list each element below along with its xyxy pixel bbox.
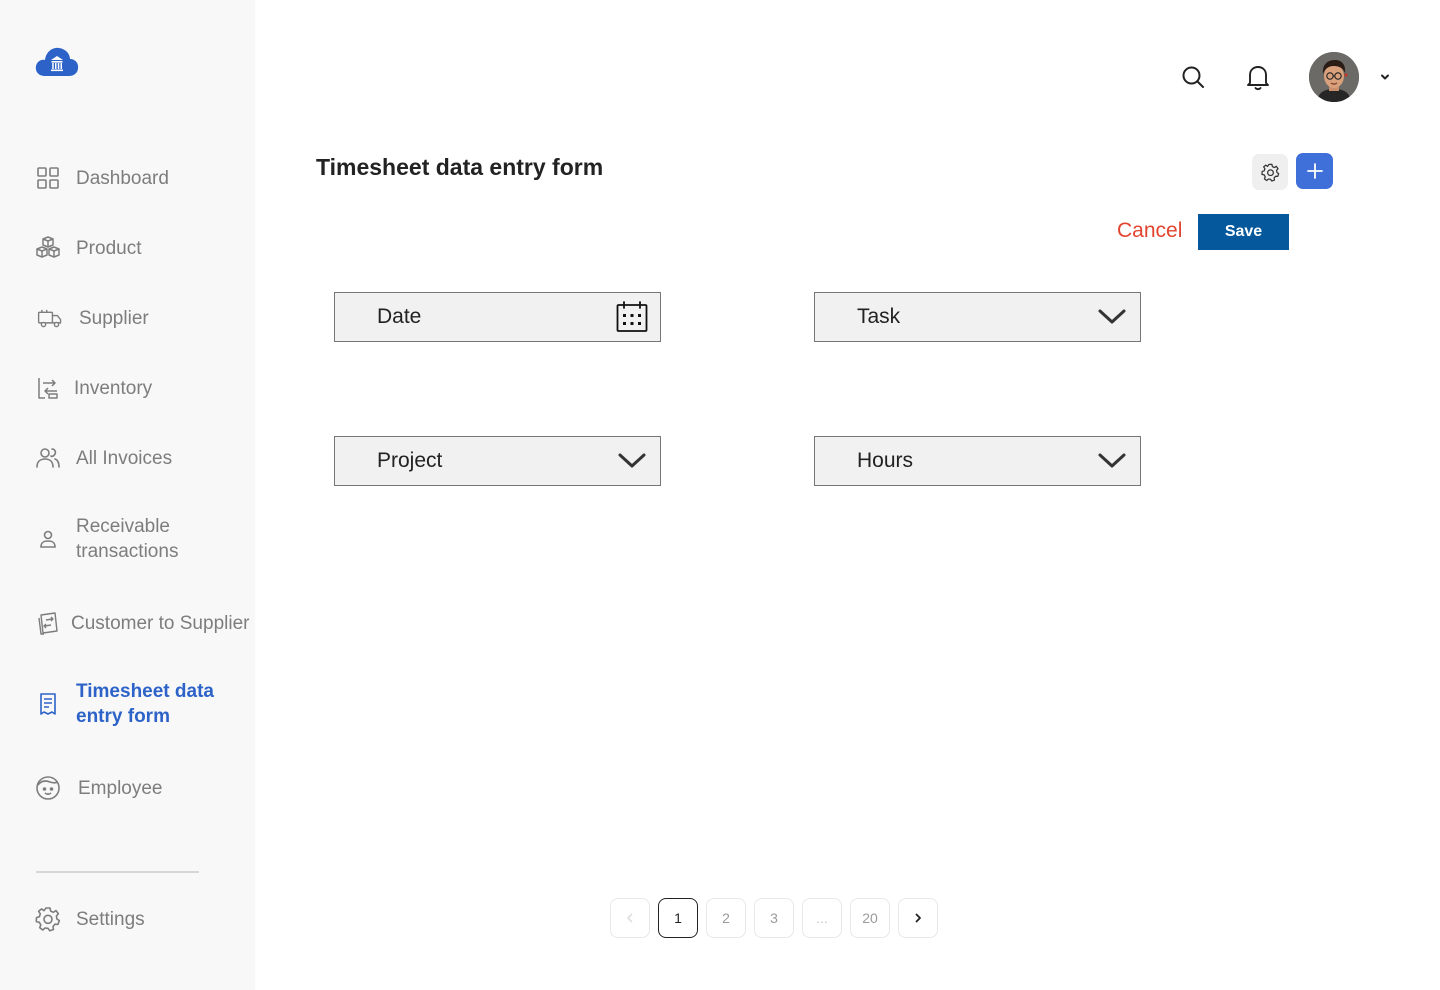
chevron-down-icon xyxy=(1096,445,1128,477)
next-page-button[interactable] xyxy=(898,898,938,938)
transfer-icon xyxy=(34,374,62,402)
chevron-left-icon xyxy=(623,911,637,925)
page-button[interactable]: 3 xyxy=(754,898,794,938)
search-icon[interactable] xyxy=(1180,64,1206,90)
date-field-label: Date xyxy=(377,305,422,328)
sidebar-item-employee[interactable]: Employee xyxy=(34,774,163,802)
add-button[interactable] xyxy=(1296,153,1333,189)
truck-icon xyxy=(34,304,66,332)
sidebar-item-label: Product xyxy=(76,237,142,259)
sidebar-item-label: Dashboard xyxy=(76,167,169,189)
sidebar-item-inventory[interactable]: Inventory xyxy=(34,374,152,402)
sidebar-item-label: Employee xyxy=(78,777,163,799)
task-dropdown-label: Task xyxy=(857,305,901,328)
boxes-icon xyxy=(34,234,62,262)
grid-icon xyxy=(34,164,62,192)
sidebar-item-label: All Invoices xyxy=(76,447,173,469)
sidebar-item-label: Supplier xyxy=(79,307,149,329)
sidebar-item-settings[interactable]: Settings xyxy=(34,905,145,933)
hours-dropdown[interactable]: Hours xyxy=(814,436,1141,486)
gear-icon xyxy=(34,905,62,933)
cancel-button[interactable]: Cancel xyxy=(1117,219,1182,243)
prev-page-button[interactable] xyxy=(610,898,650,938)
face-icon xyxy=(34,774,62,802)
sidebar-item-label: Inventory xyxy=(74,377,153,399)
page-ellipsis: ... xyxy=(802,898,842,938)
sidebar-item-receivable-transactions[interactable]: Receivable transactions xyxy=(34,514,216,564)
receipt-icon xyxy=(34,690,62,718)
settings-button[interactable] xyxy=(1252,154,1288,190)
page-title: Timesheet data entry form xyxy=(316,154,604,180)
chevron-down-icon xyxy=(1096,301,1128,333)
page-button[interactable]: 20 xyxy=(850,898,890,938)
bell-icon[interactable] xyxy=(1245,63,1271,91)
page-button[interactable]: 1 xyxy=(658,898,698,938)
person-icon xyxy=(34,525,62,553)
sidebar-item-label: Settings xyxy=(76,908,145,930)
sidebar-item-all-invoices[interactable]: All Invoices xyxy=(34,444,172,472)
calendar-icon[interactable] xyxy=(616,301,648,333)
task-dropdown[interactable]: Task xyxy=(814,292,1141,342)
sidebar-item-label: Receivable transactions xyxy=(76,516,179,562)
sidebar-item-label: Timesheet data entry form xyxy=(76,681,214,727)
sidebar-item-product[interactable]: Product xyxy=(34,234,141,262)
exchange-doc-icon xyxy=(34,609,62,637)
chevron-down-icon xyxy=(616,445,648,477)
chevron-down-icon[interactable] xyxy=(1378,70,1392,84)
plus-icon xyxy=(1306,162,1324,180)
user-avatar[interactable] xyxy=(1309,52,1359,102)
chevron-right-icon xyxy=(911,911,925,925)
users-icon xyxy=(34,444,62,472)
date-field[interactable]: Date xyxy=(334,292,661,342)
bank-cloud-logo-icon[interactable] xyxy=(35,44,79,78)
page-button[interactable]: 2 xyxy=(706,898,746,938)
project-dropdown-label: Project xyxy=(377,449,443,472)
sidebar-item-timesheet[interactable]: Timesheet data entry form xyxy=(34,679,226,729)
sidebar: Dashboard Product Supplier Inventory All… xyxy=(0,0,255,990)
save-button[interactable]: Save xyxy=(1198,214,1289,250)
sidebar-item-dashboard[interactable]: Dashboard xyxy=(34,164,169,192)
sidebar-item-customer-to-supplier[interactable]: Customer to Supplier xyxy=(34,609,249,637)
sidebar-divider xyxy=(36,871,199,873)
sidebar-item-label: Customer to Supplier xyxy=(71,612,250,634)
sidebar-item-supplier[interactable]: Supplier xyxy=(34,304,149,332)
project-dropdown[interactable]: Project xyxy=(334,436,661,486)
app-root: Dashboard Product Supplier Inventory All… xyxy=(0,0,1440,990)
gear-icon xyxy=(1260,163,1280,182)
hours-dropdown-label: Hours xyxy=(857,449,914,472)
